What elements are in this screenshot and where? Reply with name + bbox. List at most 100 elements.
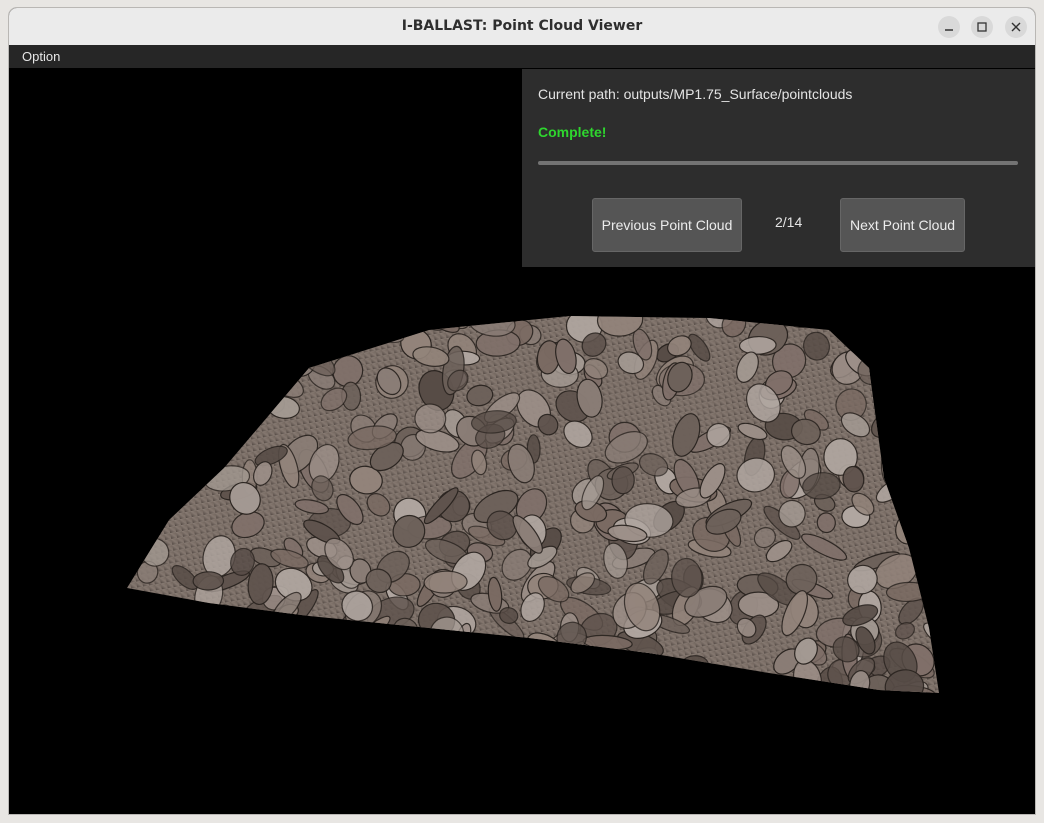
rock (817, 316, 854, 328)
rock (293, 622, 328, 656)
rock (918, 377, 939, 406)
rock (170, 345, 189, 365)
app-window: I-BALLAST: Point Cloud Viewer Option Cur… (9, 8, 1035, 814)
rock (466, 663, 483, 693)
rock (320, 622, 355, 659)
rock (388, 646, 418, 683)
rock (127, 610, 143, 647)
close-button[interactable] (1005, 16, 1027, 38)
rock (919, 316, 939, 334)
rock (537, 658, 578, 692)
rock (192, 571, 225, 591)
title-bar[interactable]: I-BALLAST: Point Cloud Viewer (9, 8, 1035, 46)
menu-bar: Option (9, 45, 1035, 68)
rock (193, 608, 212, 640)
maximize-button[interactable] (971, 16, 993, 38)
rock (127, 613, 151, 646)
rock (151, 319, 179, 342)
rock (922, 487, 938, 513)
rock (191, 674, 238, 693)
rock (669, 676, 699, 693)
next-point-cloud-button[interactable]: Next Point Cloud (840, 198, 965, 252)
rock (766, 684, 789, 693)
rock (140, 654, 180, 687)
rock (127, 384, 145, 413)
rock (893, 408, 924, 431)
rock (138, 357, 161, 375)
rock (140, 619, 166, 662)
rock (166, 440, 194, 474)
rock (403, 658, 442, 693)
rock (418, 654, 448, 683)
close-icon (1011, 22, 1021, 32)
rock (689, 678, 739, 693)
rock (127, 409, 129, 443)
rock (136, 333, 151, 356)
rock (718, 677, 738, 693)
rock (929, 383, 939, 416)
rock (175, 628, 198, 655)
rock (530, 679, 555, 693)
rock (450, 692, 480, 693)
point-cloud-counter: 2/14 (775, 214, 803, 230)
rock (392, 688, 409, 693)
rock (258, 635, 285, 663)
rock (181, 645, 214, 677)
rock (267, 613, 312, 637)
progress-fill (538, 161, 1018, 165)
rock (127, 349, 153, 377)
progress-bar (538, 161, 1018, 165)
rock (871, 316, 896, 325)
rock (910, 448, 939, 480)
rock (161, 373, 197, 394)
rock (127, 501, 138, 527)
rock (346, 678, 377, 693)
rock (131, 479, 156, 513)
previous-point-cloud-button[interactable]: Previous Point Cloud (592, 198, 742, 252)
rock (907, 485, 931, 510)
rock (148, 316, 177, 329)
rock (127, 316, 145, 347)
rock (375, 316, 402, 334)
rock (444, 666, 473, 693)
control-panel: Current path: outputs/MP1.75_Surface/poi… (522, 69, 1035, 267)
window-title: I-BALLAST: Point Cloud Viewer (401, 18, 643, 34)
rock (254, 371, 280, 407)
minimize-button[interactable] (938, 16, 960, 38)
rock (296, 649, 329, 684)
rock (646, 679, 676, 693)
rock (171, 464, 196, 480)
rock (149, 441, 180, 470)
rock (899, 337, 927, 365)
rock (312, 658, 351, 692)
rock (139, 625, 163, 643)
rock (506, 689, 529, 693)
rock (878, 316, 904, 326)
rock (208, 604, 244, 652)
rock (590, 672, 613, 693)
rock (155, 401, 181, 438)
rock (397, 673, 436, 693)
rock (133, 342, 169, 388)
minimize-icon (945, 29, 953, 31)
rock (207, 316, 240, 342)
rock (127, 659, 131, 685)
rock (127, 414, 155, 445)
rock (158, 398, 208, 432)
rock (127, 670, 141, 687)
rock (928, 457, 939, 498)
rock (481, 683, 520, 693)
rock (633, 660, 672, 693)
rock (176, 409, 208, 441)
rock (127, 490, 134, 519)
rock (894, 376, 914, 399)
rock (900, 489, 928, 511)
rock (144, 404, 179, 432)
rock (180, 316, 199, 346)
rock (137, 466, 166, 507)
maximize-icon (977, 22, 987, 32)
menu-option[interactable]: Option (15, 45, 67, 68)
rock (154, 606, 187, 640)
rock (933, 317, 939, 338)
rock (254, 637, 278, 678)
